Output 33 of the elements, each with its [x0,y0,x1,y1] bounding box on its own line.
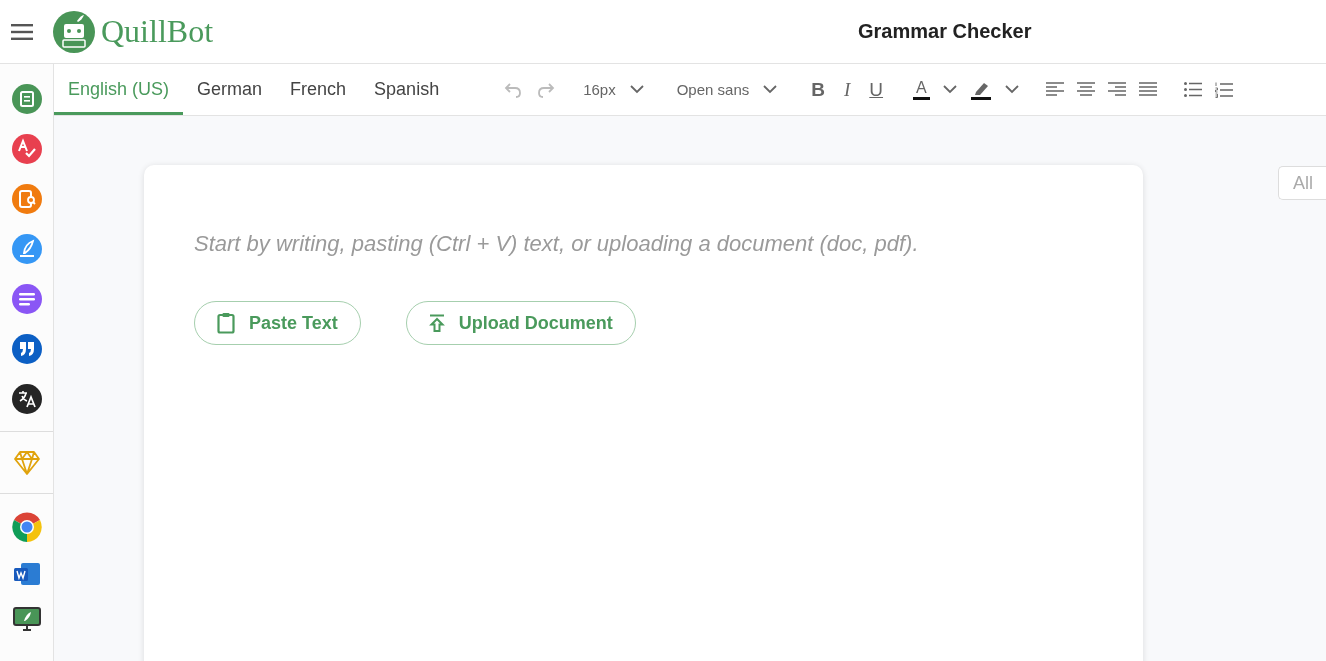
robot-logo-icon [53,10,95,53]
underline-button[interactable]: U [866,78,887,101]
chevron-down-icon [763,85,778,94]
upload-document-button[interactable]: Upload Document [405,301,636,345]
align-left-icon[interactable] [1045,82,1064,97]
justify-icon[interactable] [1138,82,1157,97]
font-color-button[interactable]: A [913,79,930,100]
clipboard-icon [217,312,235,334]
chrome-icon[interactable] [11,512,42,542]
upload-icon [428,314,445,332]
brand-name: QuillBot [101,13,213,50]
numbered-list-icon[interactable] [1214,81,1233,98]
language-tab[interactable]: French [276,64,361,115]
bold-button[interactable]: B [808,78,828,101]
tool-icon[interactable] [11,334,42,364]
language-tab[interactable]: Spanish [360,64,454,115]
italic-button[interactable]: I [840,78,854,101]
word-icon[interactable] [12,562,41,586]
chevron-down-icon[interactable] [942,85,957,94]
paste-text-button[interactable]: Paste Text [194,301,361,345]
language-tab[interactable]: German [183,64,277,115]
diamond-icon[interactable] [12,450,41,476]
font-size-dropdown[interactable]: 16px [583,81,644,98]
page-title: Grammar Checker [858,20,1032,43]
chevron-down-icon [629,85,644,94]
tool-icon[interactable] [11,384,42,414]
menu-icon[interactable] [11,23,33,40]
font-family-dropdown[interactable]: Open sans [676,81,778,98]
align-center-icon[interactable] [1076,82,1095,97]
monitor-icon[interactable] [11,606,42,632]
bullet-list-icon[interactable] [1183,81,1202,97]
align-right-icon[interactable] [1107,82,1126,97]
chevron-down-icon[interactable] [1004,85,1019,94]
